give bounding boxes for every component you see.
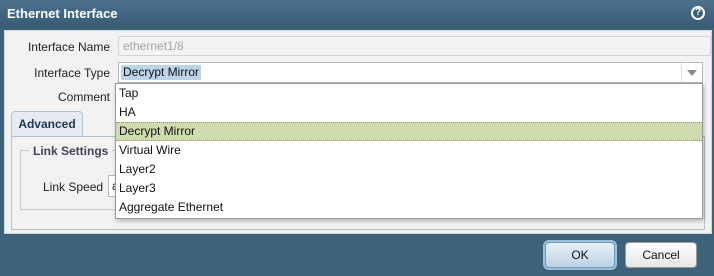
chevron-down-icon[interactable] bbox=[681, 63, 702, 82]
dropdown-option-tap[interactable]: Tap bbox=[116, 84, 702, 103]
link-settings-legend: Link Settings bbox=[29, 144, 113, 158]
interface-type-dropdown: Tap HA Decrypt Mirror Virtual Wire Layer… bbox=[115, 83, 703, 219]
interface-type-select[interactable]: Decrypt Mirror bbox=[118, 62, 703, 83]
interface-type-label: Interface Type bbox=[34, 66, 110, 80]
interface-name-label: Interface Name bbox=[27, 40, 110, 54]
dialog-titlebar: Ethernet Interface ? bbox=[0, 0, 714, 28]
cancel-button[interactable]: Cancel bbox=[625, 242, 697, 268]
dropdown-option-layer2[interactable]: Layer2 bbox=[116, 160, 702, 179]
dropdown-option-decrypt-mirror[interactable]: Decrypt Mirror bbox=[116, 122, 702, 141]
interface-type-value: Decrypt Mirror bbox=[121, 65, 202, 80]
help-icon[interactable]: ? bbox=[691, 6, 705, 20]
dropdown-option-virtual-wire[interactable]: Virtual Wire bbox=[116, 141, 702, 160]
dialog-footer: OK Cancel bbox=[0, 234, 714, 276]
link-speed-label: Link Speed bbox=[43, 180, 104, 194]
ok-button[interactable]: OK bbox=[545, 242, 615, 268]
dropdown-option-layer3[interactable]: Layer3 bbox=[116, 179, 702, 198]
comment-label: Comment bbox=[57, 90, 110, 104]
tab-advanced[interactable]: Advanced bbox=[11, 111, 83, 136]
dropdown-option-ha[interactable]: HA bbox=[116, 103, 702, 122]
interface-name-input[interactable]: ethernet1/8 bbox=[118, 36, 711, 56]
dropdown-option-aggregate-ethernet[interactable]: Aggregate Ethernet bbox=[116, 198, 702, 217]
dialog-title: Ethernet Interface bbox=[7, 6, 118, 21]
